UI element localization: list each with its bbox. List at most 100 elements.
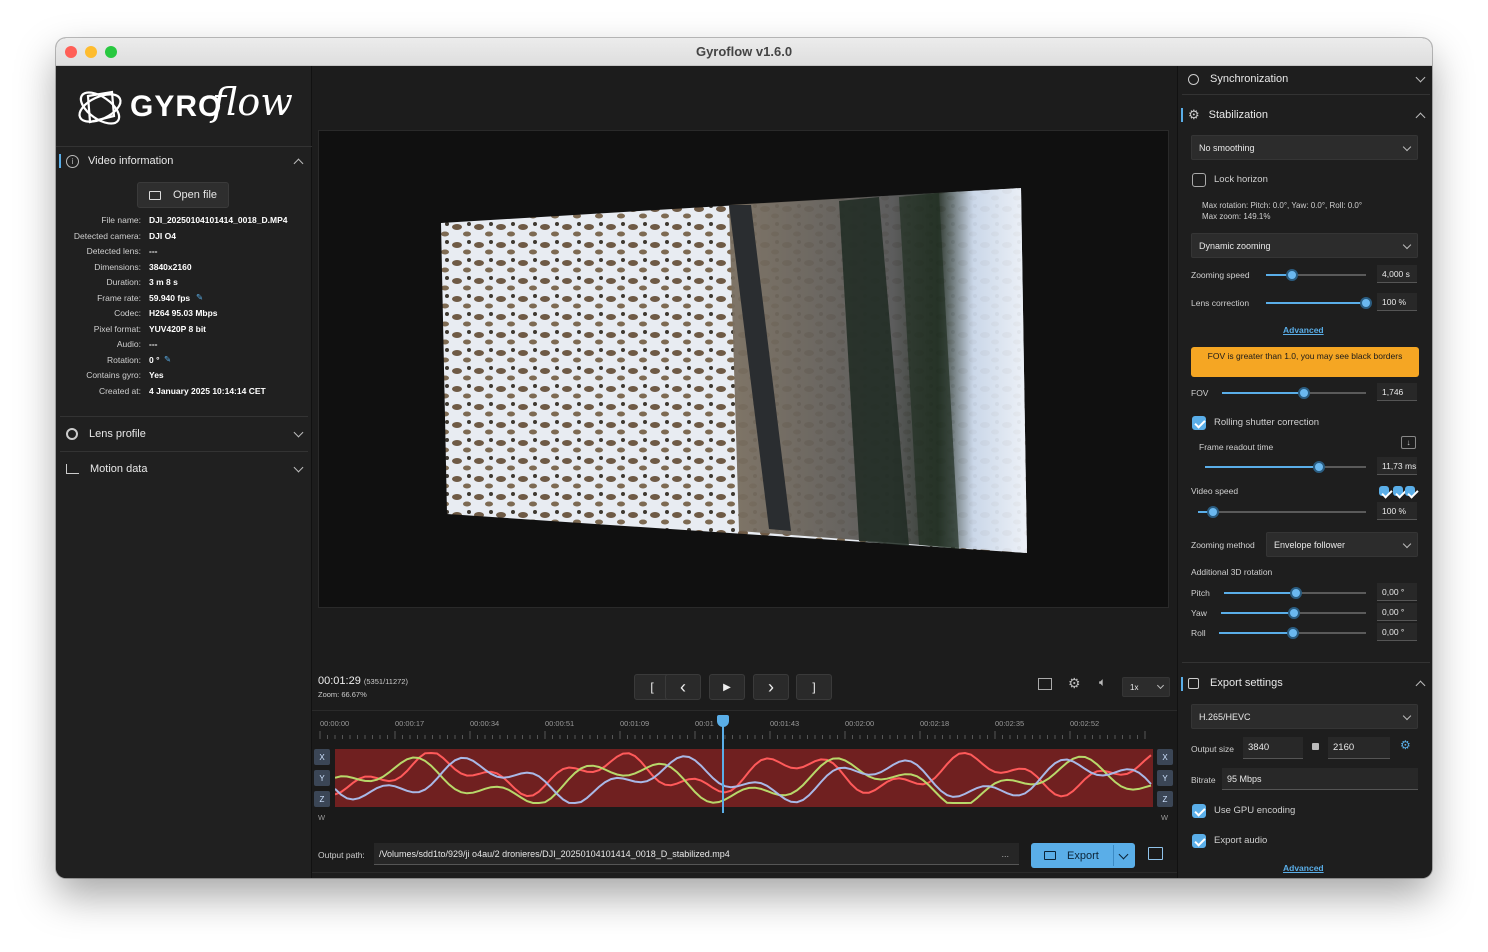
output-height-input[interactable]: 2160 [1328,737,1390,759]
roll-label: Roll [1191,628,1206,638]
fov-input[interactable]: 1,746 [1377,383,1417,401]
fov-slider[interactable] [1222,387,1366,399]
max-rotation-text: Max rotation: Pitch: 0.0°, Yaw: 0.0°, Ro… [1202,201,1363,210]
next-frame-button[interactable]: › [753,674,789,700]
lens-correction-slider[interactable] [1266,297,1372,309]
video-speed-option-3-checkbox[interactable] [1405,486,1415,496]
export-settings-header[interactable]: Export settings [1188,670,1428,696]
output-width-input[interactable]: 3840 [1243,737,1303,759]
output-path-label: Output path: [318,850,365,860]
zooming-speed-slider[interactable] [1266,269,1366,281]
export-audio-label: Export audio [1214,835,1268,846]
play-button[interactable]: ▶ [709,674,745,700]
frame-readout-slider[interactable] [1205,461,1366,473]
edit-pencil-icon[interactable]: ✎ [196,292,203,303]
pitch-input[interactable]: 0,00 ° [1377,583,1417,601]
frame-readout-input[interactable]: 11,73 ms [1377,457,1417,475]
yaw-input[interactable]: 0,00 ° [1377,603,1417,621]
right-panel: Synchronization ⚙ Stabilization No smoot… [1177,66,1432,878]
video-info-key: Detected lens: [86,246,141,256]
playhead-handle[interactable] [717,715,729,727]
video-info-key: Pixel format: [93,323,141,334]
video-speed-input[interactable]: 100 % [1377,502,1417,520]
video-info-header[interactable]: i Video information [66,148,306,174]
lens-correction-input[interactable]: 100 % [1377,293,1417,311]
render-queue-icon[interactable] [1148,847,1163,860]
video-info-key: Dimensions: [94,261,141,272]
sync-icon [1188,73,1199,85]
chevron-down-icon [293,462,304,473]
video-speed-slider[interactable] [1198,506,1366,518]
roll-slider[interactable] [1219,627,1366,639]
axis-z-button-right[interactable]: Z [1157,791,1173,807]
export-audio-checkbox[interactable] [1192,834,1206,848]
codec-select[interactable]: H.265/HEVC [1191,704,1418,729]
set-out-point-button[interactable]: ] [796,674,832,700]
lens-profile-header[interactable]: Lens profile [66,421,306,447]
axis-z-button[interactable]: Z [314,791,330,807]
smoothing-select[interactable]: No smoothing [1191,135,1418,160]
timeline-ruler [319,731,1146,739]
synchronization-header[interactable]: Synchronization [1188,66,1428,92]
output-path-input[interactable]: /Volumes/sdd1to/929/ji o4au/2 dronieres/… [374,843,1019,865]
playhead[interactable] [722,721,724,813]
video-info-key: Frame rate: [97,292,141,303]
dynamic-zooming-select[interactable]: Dynamic zooming [1191,233,1418,258]
close-window-button[interactable] [65,46,77,58]
stabilization-header[interactable]: ⚙ Stabilization [1188,102,1428,128]
chevron-down-icon[interactable] [1118,849,1129,860]
motion-data-title: Motion data [90,463,148,475]
zooming-method-select[interactable]: Envelope follower [1266,532,1418,557]
video-speed-option-2-checkbox[interactable] [1393,486,1403,496]
lens-profile-title: Lens profile [89,428,146,440]
chevron-up-icon [1415,680,1426,691]
video-info-value: 3840x2160 [149,261,192,272]
gyro-graph [335,751,1152,805]
gpu-encoding-checkbox[interactable] [1192,804,1206,818]
volume-icon[interactable]: 🔈︎ [1099,675,1106,690]
lock-icon[interactable] [1312,743,1319,750]
settings-gear-icon[interactable]: ⚙ [1400,738,1411,752]
bitrate-input[interactable]: 95 Mbps [1222,768,1418,790]
timeline[interactable]: 00:00:00 00:00:17 00:00:34 00:00:51 00:01:09… [312,710,1177,860]
zooming-speed-label: Zooming speed [1191,270,1250,280]
minimize-window-button[interactable] [85,46,97,58]
stabilization-toggle-icon[interactable]: ⚙ [1068,675,1081,692]
yaw-slider[interactable] [1221,607,1366,619]
video-info-row: Audio: --- [56,339,312,351]
browse-dots[interactable]: ... [1001,849,1009,859]
motion-data-header[interactable]: Motion data [66,456,306,482]
axis-x-button[interactable]: X [314,749,330,765]
video-info-value: --- [149,246,158,256]
previous-frame-button[interactable]: ‹ [665,674,701,700]
video-info-row: Contains gyro: Yes [56,370,312,382]
export-button[interactable]: Export [1031,843,1135,868]
chevron-up-icon [1415,112,1426,123]
video-info-row: Pixel format: YUV420P 8 bit [56,324,312,336]
export-advanced-link[interactable]: Advanced [1283,863,1324,873]
roll-input[interactable]: 0,00 ° [1377,623,1417,641]
video-info-row: Duration: 3 m 8 s [56,277,312,289]
axis-x-button-right[interactable]: X [1157,749,1173,765]
video-info-key: Rotation: [106,354,141,365]
max-zoom-text: Max zoom: 149.1% [1202,212,1271,221]
video-info-value: 4 January 2025 10:14:14 CET [149,385,266,396]
advanced-link[interactable]: Advanced [1283,325,1324,335]
playback-speed-select[interactable]: 1x [1122,677,1170,697]
axis-y-button-right[interactable]: Y [1157,770,1173,786]
zoom-window-button[interactable] [105,46,117,58]
pitch-slider[interactable] [1224,587,1366,599]
video-speed-option-1-checkbox[interactable] [1379,486,1389,496]
download-icon[interactable]: ↓ [1401,436,1416,449]
open-file-button[interactable]: Open file [137,182,229,208]
video-info-row: Detected lens: --- [56,246,312,258]
rolling-shutter-checkbox[interactable] [1192,416,1206,430]
zooming-speed-input[interactable]: 4,000 s [1377,265,1417,283]
fit-frame-icon[interactable] [1038,678,1052,690]
video-preview[interactable] [318,130,1169,608]
edit-pencil-icon[interactable]: ✎ [164,354,171,365]
gpu-encoding-label: Use GPU encoding [1214,805,1296,816]
lock-horizon-checkbox[interactable] [1192,173,1206,187]
w-axis-label-right: W [1161,813,1169,822]
axis-y-button[interactable]: Y [314,770,330,786]
